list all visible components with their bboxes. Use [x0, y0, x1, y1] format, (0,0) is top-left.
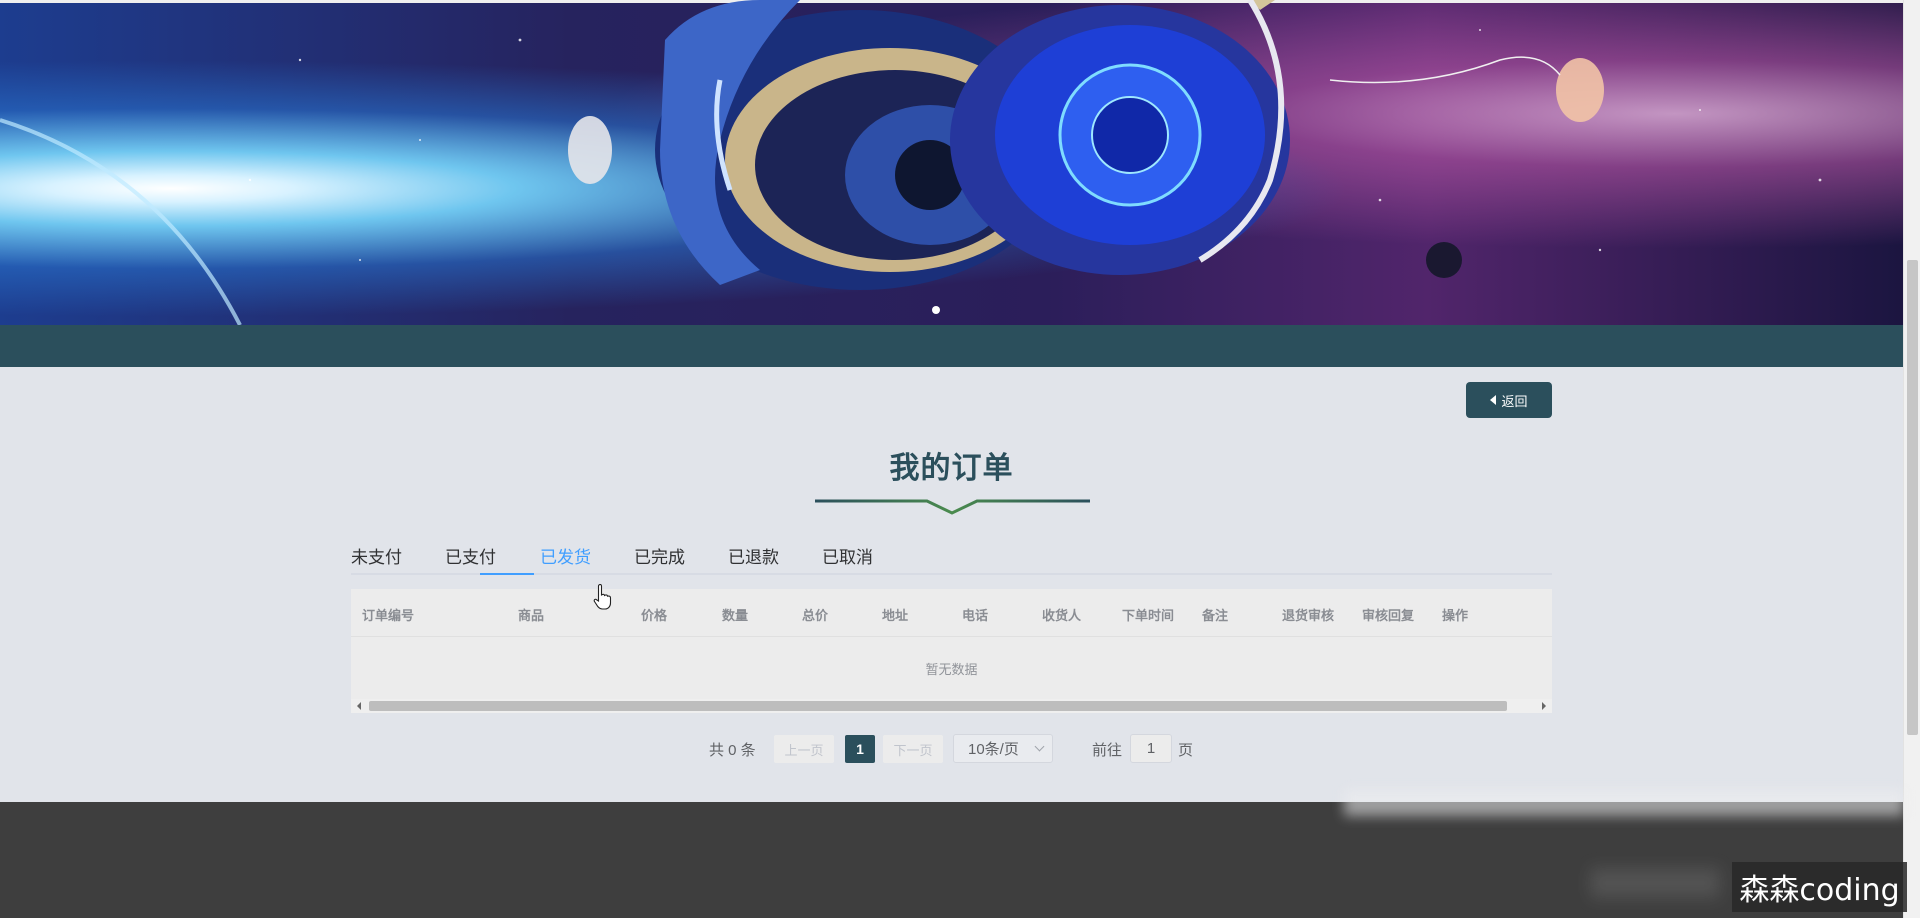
footer-blur-overlay [1344, 790, 1904, 816]
column-header: 价格 [641, 608, 668, 623]
table-empty-text: 暂无数据 [925, 662, 978, 677]
orders-table: 订单编号 商品 价格 数量 总价 地址 电话 收货人 下单时间 备注 退货审核 … [351, 589, 1552, 699]
tab-shipped[interactable]: 已发货 [540, 543, 591, 568]
back-button[interactable]: 返回 [1466, 382, 1552, 418]
tab-paid[interactable]: 已支付 [445, 543, 496, 568]
page-scrollbar[interactable] [1903, 0, 1920, 918]
pagination-total: 共 0 条 [709, 741, 756, 759]
column-header: 订单编号 [362, 608, 415, 623]
column-header: 地址 [882, 608, 909, 623]
scroll-left-icon[interactable] [357, 702, 361, 710]
banner-carousel[interactable] [0, 0, 1903, 325]
footer [0, 802, 1903, 918]
back-button-label: 返回 [1501, 393, 1528, 409]
table-horizontal-scrollbar[interactable] [351, 699, 1552, 713]
column-header: 商品 [518, 608, 545, 623]
column-header: 总价 [802, 608, 829, 623]
page-number-current[interactable]: 1 [845, 735, 875, 763]
column-header: 收货人 [1042, 608, 1082, 623]
chevron-down-icon [1034, 741, 1045, 752]
order-status-tabs: 未支付 已支付 已发货 已完成 已退款 已取消 [351, 543, 1552, 575]
title-underline-decoration [815, 499, 1090, 515]
tab-unpaid[interactable]: 未支付 [351, 543, 402, 568]
column-header: 退货审核 [1282, 608, 1335, 623]
nav-band [0, 325, 1903, 367]
tab-cancelled[interactable]: 已取消 [822, 543, 873, 568]
column-header: 电话 [962, 608, 989, 623]
column-header: 审核回复 [1362, 608, 1415, 623]
caret-left-icon [1490, 395, 1497, 405]
goto-page-unit: 页 [1178, 741, 1194, 759]
watermark: 森森coding [1732, 862, 1907, 912]
active-tab-indicator [480, 573, 534, 575]
banner-image [0, 0, 1822, 325]
hand-pointer-cursor-icon [593, 584, 612, 610]
page-size-select[interactable]: 10条/页 [953, 734, 1053, 763]
footer-blur-overlay [1590, 868, 1720, 898]
scroll-right-icon[interactable] [1542, 702, 1546, 710]
goto-label: 前往 [1092, 741, 1123, 759]
column-header: 数量 [722, 608, 749, 623]
scrollbar-thumb[interactable] [1907, 260, 1918, 735]
column-header: 操作 [1442, 608, 1469, 623]
page-size-value: 10条/页 [968, 741, 1019, 758]
horizontal-scroll-thumb[interactable] [369, 701, 1507, 711]
page-title: 我的订单 [889, 452, 1014, 485]
table-header: 订单编号 商品 价格 数量 总价 地址 电话 收货人 下单时间 备注 退货审核 … [351, 589, 1552, 637]
carousel-indicator-dot[interactable] [932, 306, 940, 314]
goto-page-input[interactable] [1130, 734, 1172, 763]
column-header: 备注 [1202, 608, 1229, 623]
tab-completed[interactable]: 已完成 [634, 543, 685, 568]
prev-page-button[interactable]: 上一页 [774, 735, 834, 763]
tab-refunded[interactable]: 已退款 [728, 543, 779, 568]
next-page-button[interactable]: 下一页 [883, 735, 943, 763]
column-header: 下单时间 [1122, 608, 1175, 623]
